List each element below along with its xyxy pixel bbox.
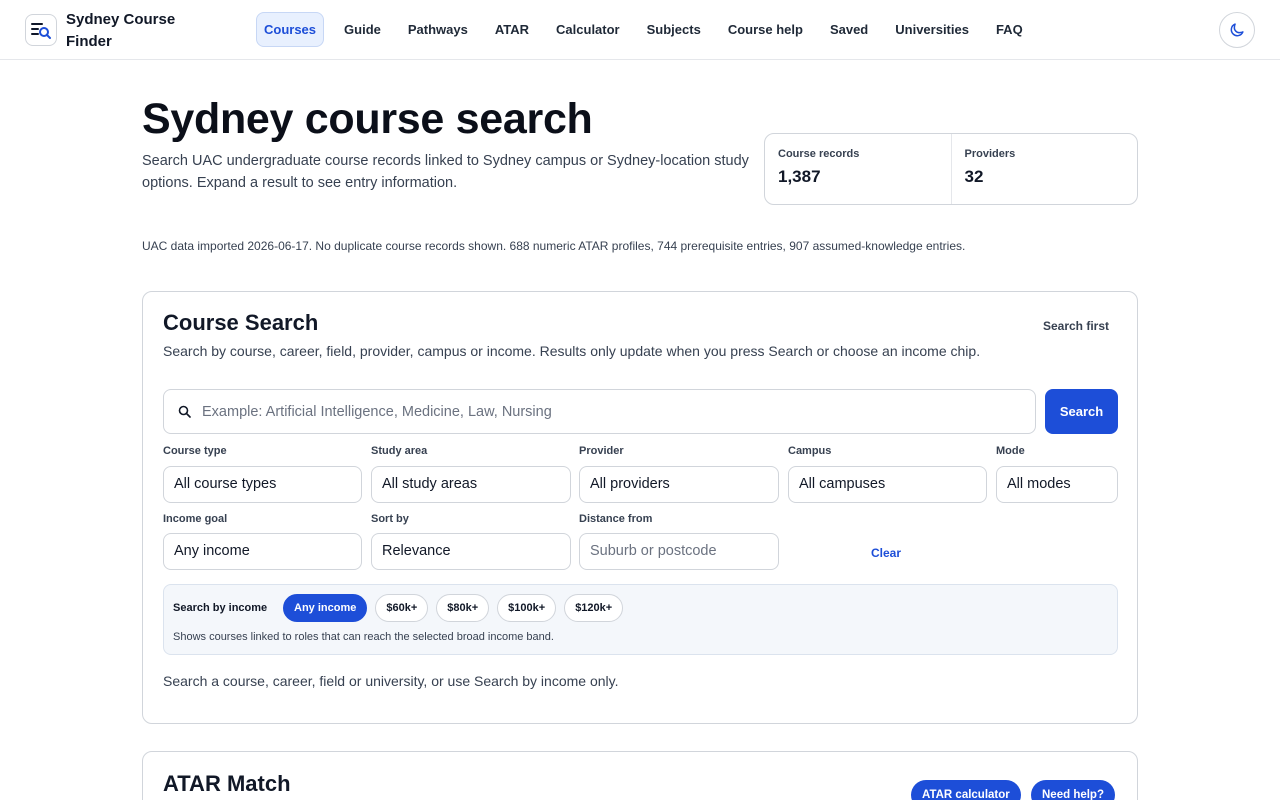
logo[interactable] bbox=[25, 14, 57, 46]
income-goal-select[interactable]: Any income bbox=[163, 533, 362, 570]
search-status: Search first bbox=[1042, 319, 1109, 333]
study-area-label: Study area bbox=[371, 445, 428, 457]
mode-label: Mode bbox=[996, 445, 1025, 457]
atar-calculator-button[interactable]: ATAR calculator bbox=[911, 780, 1021, 800]
sort-by-label: Sort by bbox=[371, 513, 409, 525]
sort-by-select[interactable]: Relevance bbox=[371, 533, 571, 570]
nav-atar[interactable]: ATAR bbox=[488, 12, 536, 47]
provider-label: Provider bbox=[579, 445, 624, 457]
stats-panel: Course records 1,387 Providers 32 bbox=[764, 133, 1138, 205]
nav-course-help[interactable]: Course help bbox=[721, 12, 810, 47]
stat-course-records: Course records 1,387 bbox=[765, 134, 951, 204]
main-nav: Courses Guide Pathways ATAR Calculator S… bbox=[256, 12, 1043, 47]
search-icon bbox=[178, 405, 192, 419]
nav-universities[interactable]: Universities bbox=[888, 12, 976, 47]
search-box bbox=[163, 389, 1036, 434]
brand-name[interactable]: Sydney Course Finder bbox=[66, 9, 196, 53]
income-chip-120k[interactable]: $120k+ bbox=[564, 594, 624, 622]
nav-pathways[interactable]: Pathways bbox=[401, 12, 475, 47]
stat-value: 1,387 bbox=[778, 167, 821, 186]
data-import-note: UAC data imported 2026-06-17. No duplica… bbox=[142, 239, 966, 253]
nav-guide[interactable]: Guide bbox=[337, 12, 388, 47]
income-chips: Any income $60k+ $80k+ $100k+ $120k+ bbox=[283, 594, 631, 622]
distance-from-input[interactable]: Suburb or postcode bbox=[579, 533, 779, 570]
nav-subjects[interactable]: Subjects bbox=[640, 12, 708, 47]
income-search-note: Shows courses linked to roles that can r… bbox=[173, 631, 554, 643]
stat-label: Course records bbox=[778, 148, 860, 160]
need-help-button[interactable]: Need help? bbox=[1031, 780, 1115, 800]
page-title: Sydney course search bbox=[142, 95, 593, 143]
search-input[interactable] bbox=[202, 403, 1022, 420]
search-button[interactable]: Search bbox=[1045, 389, 1118, 434]
study-area-select[interactable]: All study areas bbox=[371, 466, 571, 503]
nav-calculator[interactable]: Calculator bbox=[549, 12, 627, 47]
income-search-panel: Search by income Any income $60k+ $80k+ … bbox=[163, 584, 1118, 655]
clear-filters-button[interactable]: Clear bbox=[871, 546, 901, 560]
course-search-card: Course Search Search first Search by cou… bbox=[142, 291, 1138, 724]
moon-icon bbox=[1230, 23, 1244, 37]
course-search-title: Course Search bbox=[163, 310, 319, 335]
income-goal-label: Income goal bbox=[163, 513, 228, 525]
provider-select[interactable]: All providers bbox=[579, 466, 779, 503]
atar-match-title: ATAR Match bbox=[163, 771, 291, 796]
stat-label: Providers bbox=[964, 148, 1016, 160]
income-chip-80k[interactable]: $80k+ bbox=[436, 594, 490, 622]
page-description: Search UAC undergraduate course records … bbox=[142, 153, 749, 191]
income-chip-100k[interactable]: $100k+ bbox=[497, 594, 557, 622]
campus-select[interactable]: All campuses bbox=[788, 466, 987, 503]
top-navbar: Sydney Course Finder Courses Guide Pathw… bbox=[0, 0, 1280, 60]
nav-faq[interactable]: FAQ bbox=[989, 12, 1030, 47]
nav-courses[interactable]: Courses bbox=[256, 12, 325, 47]
distance-from-label: Distance from bbox=[579, 513, 653, 525]
income-chip-any[interactable]: Any income bbox=[283, 594, 368, 622]
income-chip-60k[interactable]: $60k+ bbox=[375, 594, 429, 622]
course-search-description: Search by course, career, field, provide… bbox=[163, 343, 981, 359]
stat-value: 32 bbox=[964, 167, 984, 186]
course-type-label: Course type bbox=[163, 445, 227, 457]
stat-providers: Providers 32 bbox=[950, 134, 1138, 204]
income-search-label: Search by income bbox=[173, 602, 268, 614]
nav-saved[interactable]: Saved bbox=[823, 12, 875, 47]
search-list-icon bbox=[31, 23, 51, 39]
campus-label: Campus bbox=[788, 445, 832, 457]
results-empty-note: Search a course, career, field or univer… bbox=[163, 673, 619, 689]
atar-match-card: ATAR Match ATAR calculator Need help? bbox=[142, 751, 1138, 800]
course-type-select[interactable]: All course types bbox=[163, 466, 362, 503]
mode-select[interactable]: All modes bbox=[996, 466, 1118, 503]
theme-toggle-button[interactable] bbox=[1219, 12, 1255, 48]
